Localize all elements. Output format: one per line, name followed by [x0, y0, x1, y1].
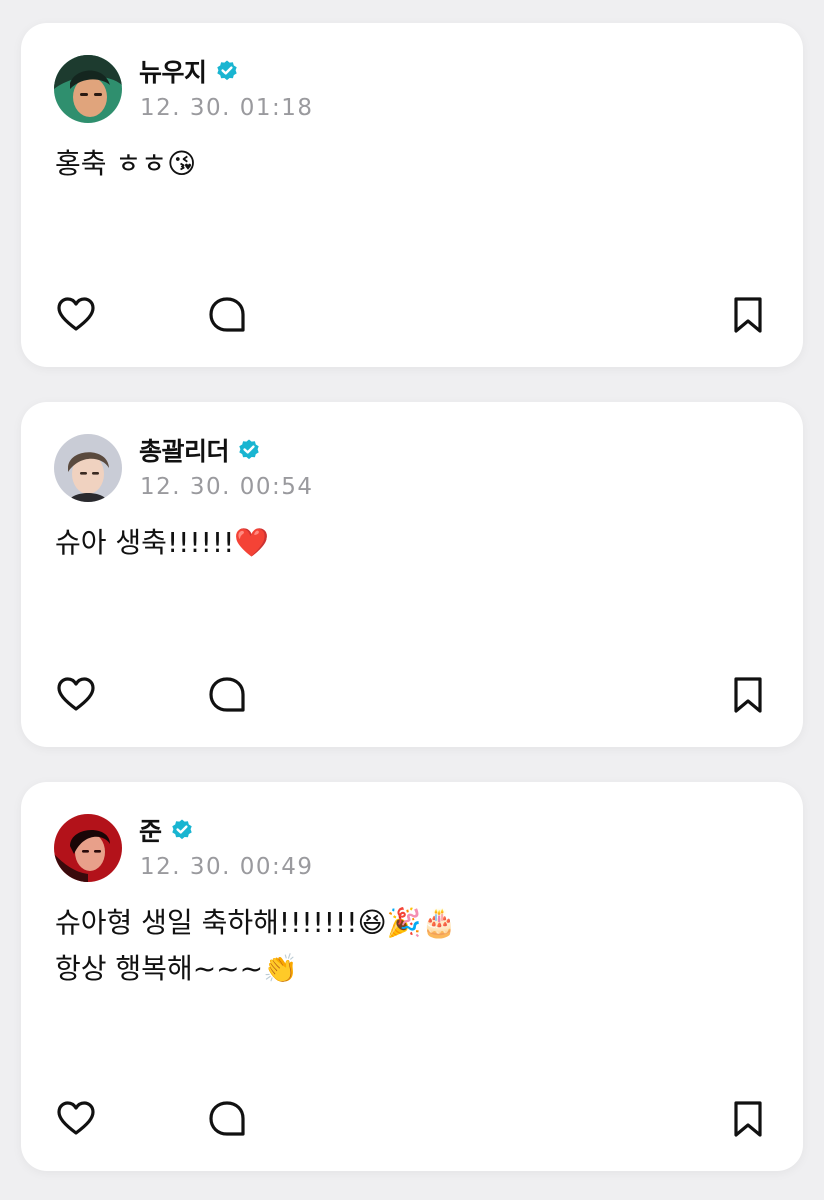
post-card[interactable]: 준 12. 30. 00:49 슈아형 생일 축하해!!!!!!!😆🎉🎂 항상 …: [21, 782, 803, 1171]
post-actions: [21, 1097, 803, 1141]
post-timestamp: 12. 30. 00:54: [140, 474, 314, 500]
bookmark-button[interactable]: [726, 1097, 770, 1141]
post-timestamp: 12. 30. 01:18: [140, 95, 314, 121]
post-card[interactable]: 총괄리더 12. 30. 00:54 슈아 생축!!!!!!❤️: [21, 402, 803, 747]
author-name[interactable]: 준: [139, 812, 162, 848]
post-text-line: 홍축 ㅎㅎ😘: [55, 147, 197, 180]
bookmark-button[interactable]: [726, 293, 770, 337]
post-text-line: 슈아 생축!!!!!!❤️: [55, 526, 270, 559]
author-row: 총괄리더: [139, 432, 261, 468]
post-actions: [21, 673, 803, 717]
bookmark-icon: [734, 677, 762, 713]
post-timestamp: 12. 30. 00:49: [140, 854, 314, 880]
like-button[interactable]: [54, 673, 98, 717]
post-text-line: 슈아형 생일 축하해!!!!!!!😆🎉🎂: [55, 906, 457, 939]
speech-bubble-icon: [209, 297, 245, 332]
bookmark-icon: [734, 297, 762, 333]
verified-badge-icon: [237, 438, 261, 462]
post-text-line: 항상 행복해~~~👏: [55, 952, 298, 985]
post-feed: 뉴우지 12. 30. 01:18 홍축 ㅎㅎ😘 총괄리더 12. 30. 00…: [0, 0, 824, 1200]
author-row: 뉴우지: [139, 53, 239, 89]
speech-bubble-icon: [209, 1101, 245, 1136]
avatar[interactable]: [54, 814, 122, 882]
post-text: 슈아형 생일 축하해!!!!!!!😆🎉🎂 항상 행복해~~~👏: [55, 900, 775, 992]
author-name[interactable]: 뉴우지: [139, 53, 207, 89]
heart-outline-icon: [57, 297, 95, 331]
avatar[interactable]: [54, 55, 122, 123]
post-text: 슈아 생축!!!!!!❤️: [55, 520, 775, 566]
author-name[interactable]: 총괄리더: [139, 432, 230, 468]
comment-button[interactable]: [205, 293, 249, 337]
post-actions: [21, 293, 803, 337]
speech-bubble-icon: [209, 677, 245, 712]
avatar[interactable]: [54, 434, 122, 502]
comment-button[interactable]: [205, 673, 249, 717]
heart-outline-icon: [57, 677, 95, 711]
comment-button[interactable]: [205, 1097, 249, 1141]
bookmark-button[interactable]: [726, 673, 770, 717]
post-text: 홍축 ㅎㅎ😘: [55, 141, 775, 187]
verified-badge-icon: [215, 59, 239, 83]
bookmark-icon: [734, 1101, 762, 1137]
like-button[interactable]: [54, 293, 98, 337]
post-card[interactable]: 뉴우지 12. 30. 01:18 홍축 ㅎㅎ😘: [21, 23, 803, 367]
like-button[interactable]: [54, 1097, 98, 1141]
verified-badge-icon: [170, 818, 194, 842]
author-row: 준: [139, 812, 194, 848]
heart-outline-icon: [57, 1101, 95, 1135]
